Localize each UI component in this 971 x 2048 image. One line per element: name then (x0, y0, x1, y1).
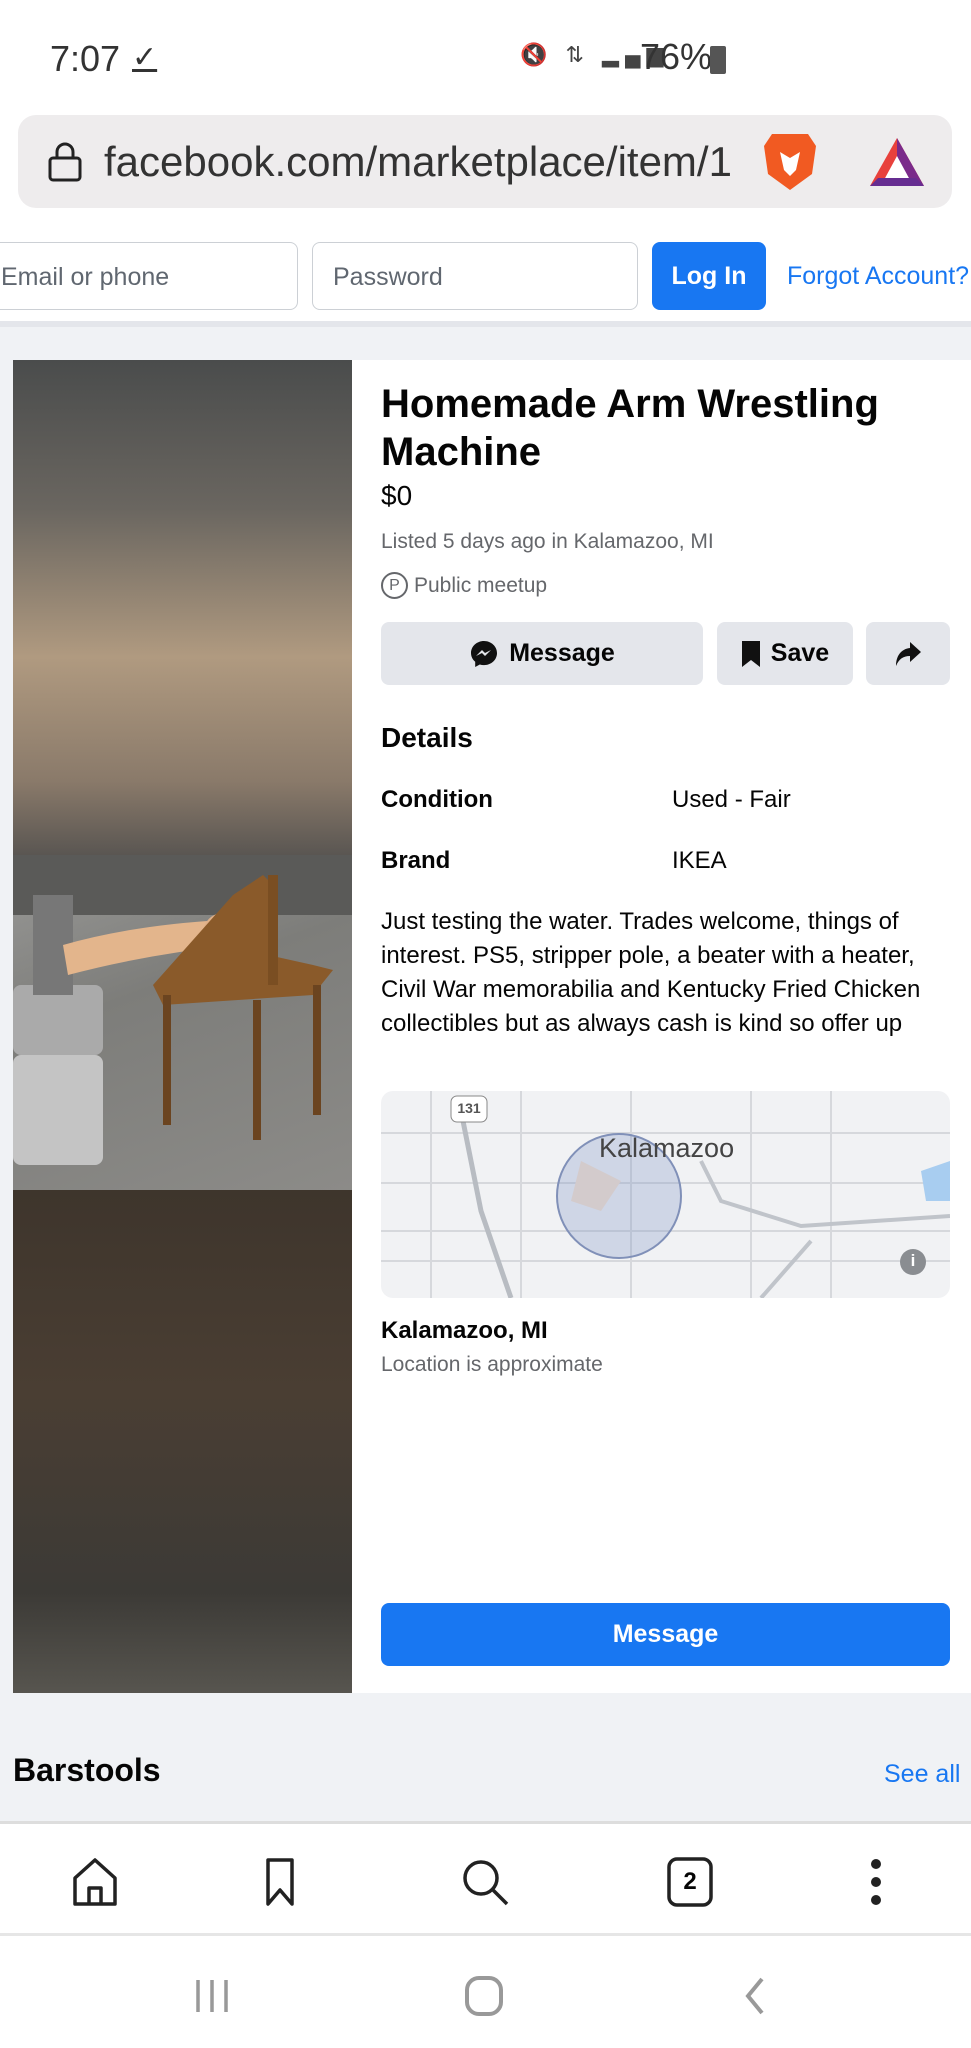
detail-value: IKEA (672, 847, 727, 874)
location-note: Location is approximate (381, 1353, 603, 1376)
more-menu-icon[interactable] (848, 1854, 904, 1910)
messenger-icon (471, 640, 498, 667)
listed-info: Listed 5 days ago in Kalamazoo, MI (381, 530, 714, 553)
email-field[interactable]: Email or phone (0, 242, 298, 310)
battery-level: 76% (640, 36, 713, 77)
back-icon[interactable] (740, 1976, 770, 2016)
home-icon[interactable] (67, 1854, 123, 1910)
listing-description: Just testing the water. Trades welcome, … (381, 908, 921, 1037)
password-field[interactable]: Password (312, 242, 638, 310)
meetup-label: Public meetup (414, 573, 548, 597)
home-button-icon[interactable] (462, 1974, 506, 2018)
parking-icon: P (381, 572, 408, 599)
brave-rewards-icon[interactable] (868, 136, 926, 188)
battery-icon (710, 46, 726, 74)
public-meetup: P Public meetup (381, 572, 547, 599)
blurred-photo-background (13, 360, 352, 855)
status-bar: 7:07 ✓ 🔇 ⇅ ▂▄▆ 76% (0, 0, 971, 110)
message-label: Message (509, 639, 615, 667)
url-text[interactable]: facebook.com/marketplace/item/1 (104, 138, 732, 186)
share-button[interactable] (866, 622, 950, 685)
arm-wrestling-machine-image (13, 855, 352, 1165)
recent-apps-icon[interactable] (190, 1976, 234, 2016)
location-name: Kalamazoo, MI (381, 1317, 548, 1344)
detail-value: Used - Fair (672, 786, 791, 813)
map-graphic (381, 1091, 950, 1298)
share-arrow-icon (896, 641, 921, 666)
related-heading: Barstools (13, 1752, 161, 1788)
detail-key: Condition (381, 786, 493, 813)
detail-key: Brand (381, 847, 451, 874)
see-all-link[interactable]: See all (884, 1760, 960, 1789)
message-seller-button[interactable]: Message (381, 1603, 950, 1666)
save-label: Save (770, 639, 830, 667)
blurred-photo-background (13, 1190, 352, 1693)
message-button[interactable]: Message (381, 622, 703, 685)
details-heading: Details (381, 722, 473, 753)
tab-count: 2 (683, 1868, 697, 1895)
listing-price: $0 (381, 480, 413, 511)
forgot-account-link[interactable]: Forgot Account? (787, 262, 969, 291)
clock: 7:07 (50, 38, 121, 79)
download-done-icon: ✓ (132, 41, 158, 74)
login-button[interactable]: Log In (652, 242, 766, 310)
system-nav-bar (0, 1936, 971, 2048)
location-map[interactable]: 131 Kalamazoo i (381, 1091, 950, 1298)
listing-title: Homemade Arm Wrestling Machine (381, 382, 879, 474)
browser-toolbar: 2 (0, 1821, 971, 1936)
info-icon[interactable]: i (906, 1251, 920, 1271)
bookmark-icon[interactable] (252, 1854, 308, 1910)
bookmark-icon (741, 640, 760, 667)
route-shield: 131 (457, 1100, 481, 1116)
brave-shields-icon[interactable] (762, 130, 818, 192)
photo-gallery[interactable] (13, 360, 352, 1693)
login-bar: Email or phone Password Log In Forgot Ac… (0, 232, 971, 327)
lock-icon (48, 142, 82, 182)
search-icon[interactable] (457, 1854, 513, 1910)
save-button[interactable]: Save (717, 622, 853, 685)
map-city-label: Kalamazoo (599, 1133, 735, 1163)
listing-photo[interactable] (13, 855, 352, 1190)
